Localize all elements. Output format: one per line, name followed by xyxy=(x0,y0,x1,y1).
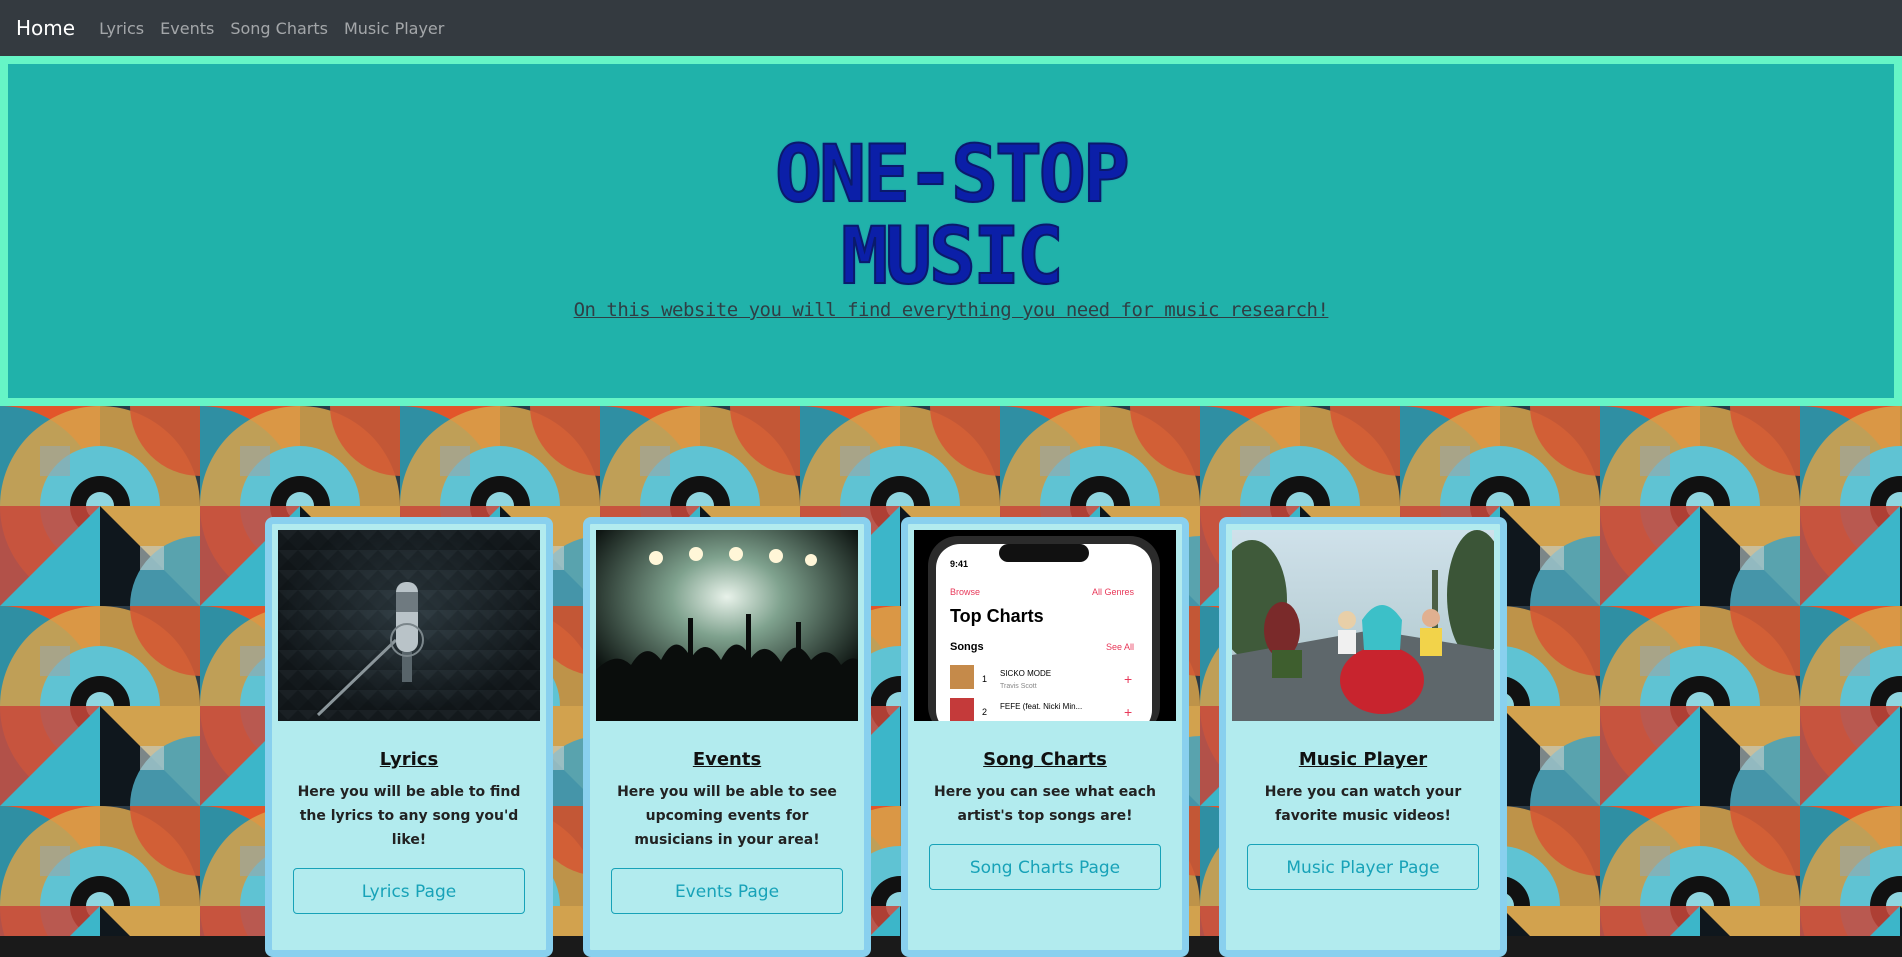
nav-link-lyrics[interactable]: Lyrics xyxy=(99,19,144,38)
phone-top-charts-image: 9:41 Browse All Genres Top Charts Songs … xyxy=(914,530,1176,721)
card-title-music-player: Music Player xyxy=(1298,749,1428,770)
events-page-button[interactable]: Events Page xyxy=(611,868,843,914)
card-text-song-charts: Here you can see what each artist's top … xyxy=(934,784,1156,824)
phone-songs-label: Songs xyxy=(950,641,984,653)
phone-row1-artist: Travis Scott xyxy=(1000,683,1037,690)
card-title-lyrics: Lyrics xyxy=(379,749,439,770)
phone-back-link: Browse xyxy=(950,587,980,597)
concert-crowd-image xyxy=(596,530,858,721)
card-lyrics: Lyrics Here you will be able to find the… xyxy=(265,517,553,957)
svg-text:+: + xyxy=(1124,671,1132,687)
nav-link-events[interactable]: Events xyxy=(160,19,214,38)
hero-title-line2: MUSIC xyxy=(840,212,1065,302)
hero-title-line1: ONE-STOP xyxy=(774,130,1131,220)
microphone-image xyxy=(278,530,540,721)
phone-heading: Top Charts xyxy=(950,606,1044,626)
card-text-lyrics: Here you will be able to find the lyrics… xyxy=(297,784,521,848)
card-song-charts: 9:41 Browse All Genres Top Charts Songs … xyxy=(901,517,1189,957)
feature-cards: Lyrics Here you will be able to find the… xyxy=(265,517,1507,957)
phone-row1-rank: 1 xyxy=(982,674,987,684)
phone-time: 9:41 xyxy=(950,559,968,569)
hero-title: ONE-STOP MUSIC xyxy=(8,133,1894,299)
hero-banner: ONE-STOP MUSIC On this website you will … xyxy=(0,56,1902,406)
svg-text:+: + xyxy=(1124,704,1132,720)
nav-link-music-player[interactable]: Music Player xyxy=(344,19,444,38)
lyrics-page-button[interactable]: Lyrics Page xyxy=(293,868,525,914)
music-video-image xyxy=(1232,530,1494,721)
phone-see-all: See All xyxy=(1106,642,1134,652)
phone-row2-rank: 2 xyxy=(982,707,987,717)
card-text-music-player: Here you can watch your favorite music v… xyxy=(1264,784,1462,824)
card-title-events: Events xyxy=(692,749,762,770)
card-text-events: Here you will be able to see upcoming ev… xyxy=(617,784,837,848)
card-events: Events Here you will be able to see upco… xyxy=(583,517,871,957)
navbar: Home Lyrics Events Song Charts Music Pla… xyxy=(0,0,1902,56)
music-player-page-button[interactable]: Music Player Page xyxy=(1247,844,1479,890)
phone-row1-song: SICKO MODE xyxy=(1000,669,1051,678)
nav-home-link[interactable]: Home xyxy=(16,16,75,40)
card-title-song-charts: Song Charts xyxy=(983,749,1107,770)
card-music-player: Music Player Here you can watch your fav… xyxy=(1219,517,1507,957)
phone-genres-link: All Genres xyxy=(1092,587,1135,597)
phone-row2-song: FEFE (feat. Nicki Min... xyxy=(1000,702,1082,711)
song-charts-page-button[interactable]: Song Charts Page xyxy=(929,844,1161,890)
nav-link-song-charts[interactable]: Song Charts xyxy=(230,19,328,38)
hero-subtitle[interactable]: On this website you will find everything… xyxy=(8,299,1894,321)
